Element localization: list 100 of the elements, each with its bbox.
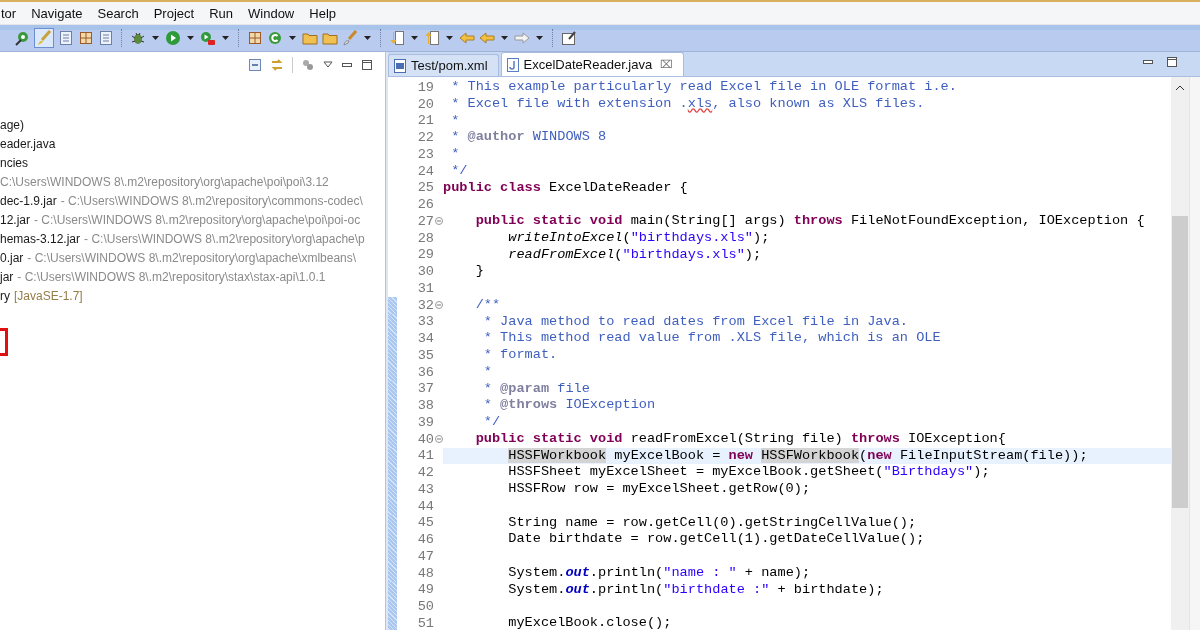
line-number: 37 [416, 381, 434, 397]
dropdown-arrow-icon[interactable] [501, 36, 508, 40]
tree-item-label[interactable]: hemas-3.12.jar [0, 231, 81, 246]
code-line: HSSFRow row = myExcelSheet.getRow(0); [507, 481, 811, 498]
dropdown-arrow-icon[interactable] [152, 36, 159, 40]
editor-tab[interactable]: Test/pom.xml [388, 54, 499, 76]
code-line: * @author WINDOWS 8 [450, 129, 607, 146]
scroll-up-icon[interactable] [1175, 85, 1185, 91]
line-number: 42 [416, 465, 434, 481]
tree-item-detail: - C:\Users\WINDOWS 8\.m2\repository\org\apache\p [84, 231, 365, 246]
line-number: 24 [416, 163, 434, 179]
folder-icon[interactable] [322, 30, 338, 46]
tree-item-detail: - C:\Users\WINDOWS 8\.m2\repository\org\apache\poi\poi-oc [34, 212, 361, 227]
highlight-frame [0, 328, 8, 356]
code-line: public class ExcelDateReader { [443, 179, 688, 197]
dropdown-arrow-icon[interactable] [411, 36, 418, 40]
tree-item-label[interactable]: eader.java [0, 136, 56, 151]
page-icon[interactable] [98, 30, 114, 46]
code-line: String name = row.getCell(0).getStringCellValue(); [507, 514, 917, 532]
line-number: 38 [416, 398, 434, 414]
play-icon[interactable] [165, 30, 181, 46]
minimize-icon[interactable] [1142, 59, 1154, 65]
fold-icon[interactable] [434, 435, 443, 444]
scroll-thumb[interactable] [1172, 216, 1188, 508]
brush-toggle-button[interactable] [34, 28, 54, 48]
line-number: 23 [416, 146, 434, 162]
tree-item-detail: - C:\Users\WINDOWS 8\.m2\repository\stax\stax-api\1.0.1 [17, 269, 326, 284]
code-line: */ [482, 414, 501, 431]
tree-item-label[interactable]: ry [0, 288, 10, 303]
dropdown-arrow-icon[interactable] [222, 36, 229, 40]
line-number: 31 [416, 280, 434, 296]
line-number: 51 [416, 615, 434, 630]
line-number: 49 [416, 582, 434, 598]
dropdown-arrow-icon[interactable] [187, 36, 194, 40]
tree-item-label[interactable]: jar [0, 269, 14, 284]
minimize-icon[interactable] [341, 62, 353, 68]
dropdown-arrow-icon[interactable] [289, 36, 296, 40]
code-line: */ [450, 162, 468, 180]
menu-item[interactable]: Window [247, 5, 296, 21]
tree-item-label[interactable]: 12.jar [0, 212, 31, 227]
scrollbar[interactable] [1171, 77, 1189, 630]
page-icon[interactable] [58, 30, 74, 46]
dropdown-arrow-icon[interactable] [536, 36, 543, 40]
line-number: 26 [416, 197, 434, 213]
tree-item-label[interactable]: dec-1.9.jar [0, 193, 57, 208]
fold-icon[interactable] [434, 301, 443, 310]
menu-item[interactable]: Project [152, 5, 196, 21]
code-line: System.out.println("birthdate :" + birthdate); [507, 581, 884, 599]
down-arrow-page-icon[interactable] [389, 30, 405, 46]
line-number: 48 [416, 565, 434, 581]
menu-item[interactable]: Navigate [30, 5, 84, 21]
code-line: System.out.println("name : " + name); [507, 564, 811, 582]
code-line: * Java method to read dates from Excel file in Java. [482, 313, 908, 331]
dropdown-arrow-icon[interactable] [364, 36, 371, 40]
code-line: HSSFWorkbook myExcelBook = new HSSFWorkbook(new FileInputStream(file)); [507, 447, 1088, 465]
view-menu-icon[interactable] [323, 61, 333, 69]
code-line: HSSFSheet myExcelSheet = myExcelBook.getSheet("Birthdays"); [507, 464, 990, 481]
link-icon[interactable] [270, 58, 284, 72]
line-number: 25 [416, 180, 434, 196]
line-number: 20 [416, 96, 434, 112]
fold-icon[interactable] [434, 217, 443, 226]
close-tab-button[interactable]: ⌧ [660, 58, 674, 71]
editor-tab[interactable]: ExcelDateReader.java ⌧ [500, 52, 685, 76]
up-arrow-page-icon[interactable] [424, 30, 440, 46]
menu-item[interactable]: Help [308, 5, 337, 21]
line-number: 41 [416, 448, 434, 464]
tree-item-label[interactable]: ncies [0, 155, 28, 170]
arrow-right-icon[interactable] [514, 30, 530, 46]
tree-item-detail: - C:\Users\WINDOWS 8\.m2\repository\commons-codec\ [60, 193, 363, 208]
maximize-icon[interactable] [361, 59, 373, 71]
refresh-icon[interactable] [267, 30, 283, 46]
line-number: 33 [416, 314, 434, 330]
tree-item-detail: - C:\Users\WINDOWS 8\.m2\repository\org\apache\xmlbeans\ [27, 250, 357, 265]
line-number: 45 [416, 515, 434, 531]
line-number: 39 [416, 414, 434, 430]
code-line: * Excel file with extension .xls, also known as XLS files. [450, 95, 925, 113]
menu-item[interactable]: Search [96, 5, 140, 21]
tree-item-label[interactable]: 0.jar [0, 250, 24, 265]
menu-item[interactable]: tor [0, 5, 18, 21]
page-pen-icon[interactable] [561, 30, 577, 46]
code-line: * @throws IOException [482, 397, 656, 414]
code-line: Date birthdate = row.getCell(1).getDateCellValue(); [507, 531, 925, 548]
grid-icon[interactable] [78, 30, 94, 46]
run-tool-icon[interactable] [200, 30, 216, 46]
code-line: public static void readFromExcel(String file) throws IOException{ [474, 430, 1006, 448]
bug-icon[interactable] [130, 30, 146, 46]
line-number: 36 [416, 364, 434, 380]
line-number: 40 [416, 431, 434, 447]
code-line: * This method read value from .XLS file, which is an OLE [482, 330, 941, 347]
tree-item-label[interactable]: age) [0, 117, 25, 132]
code-line: writeIntoExcel("birthdays.xls"); [507, 229, 770, 247]
dropdown-arrow-icon[interactable] [446, 36, 453, 40]
folder-icon[interactable] [302, 30, 318, 46]
line-number: 32 [416, 297, 434, 313]
filter-icon[interactable] [301, 58, 315, 72]
collapse-all-icon[interactable] [248, 58, 262, 72]
code-line: * format. [482, 347, 558, 364]
maximize-icon[interactable] [1166, 56, 1178, 68]
grid-icon[interactable] [247, 30, 263, 46]
menu-item[interactable]: Run [208, 5, 234, 21]
